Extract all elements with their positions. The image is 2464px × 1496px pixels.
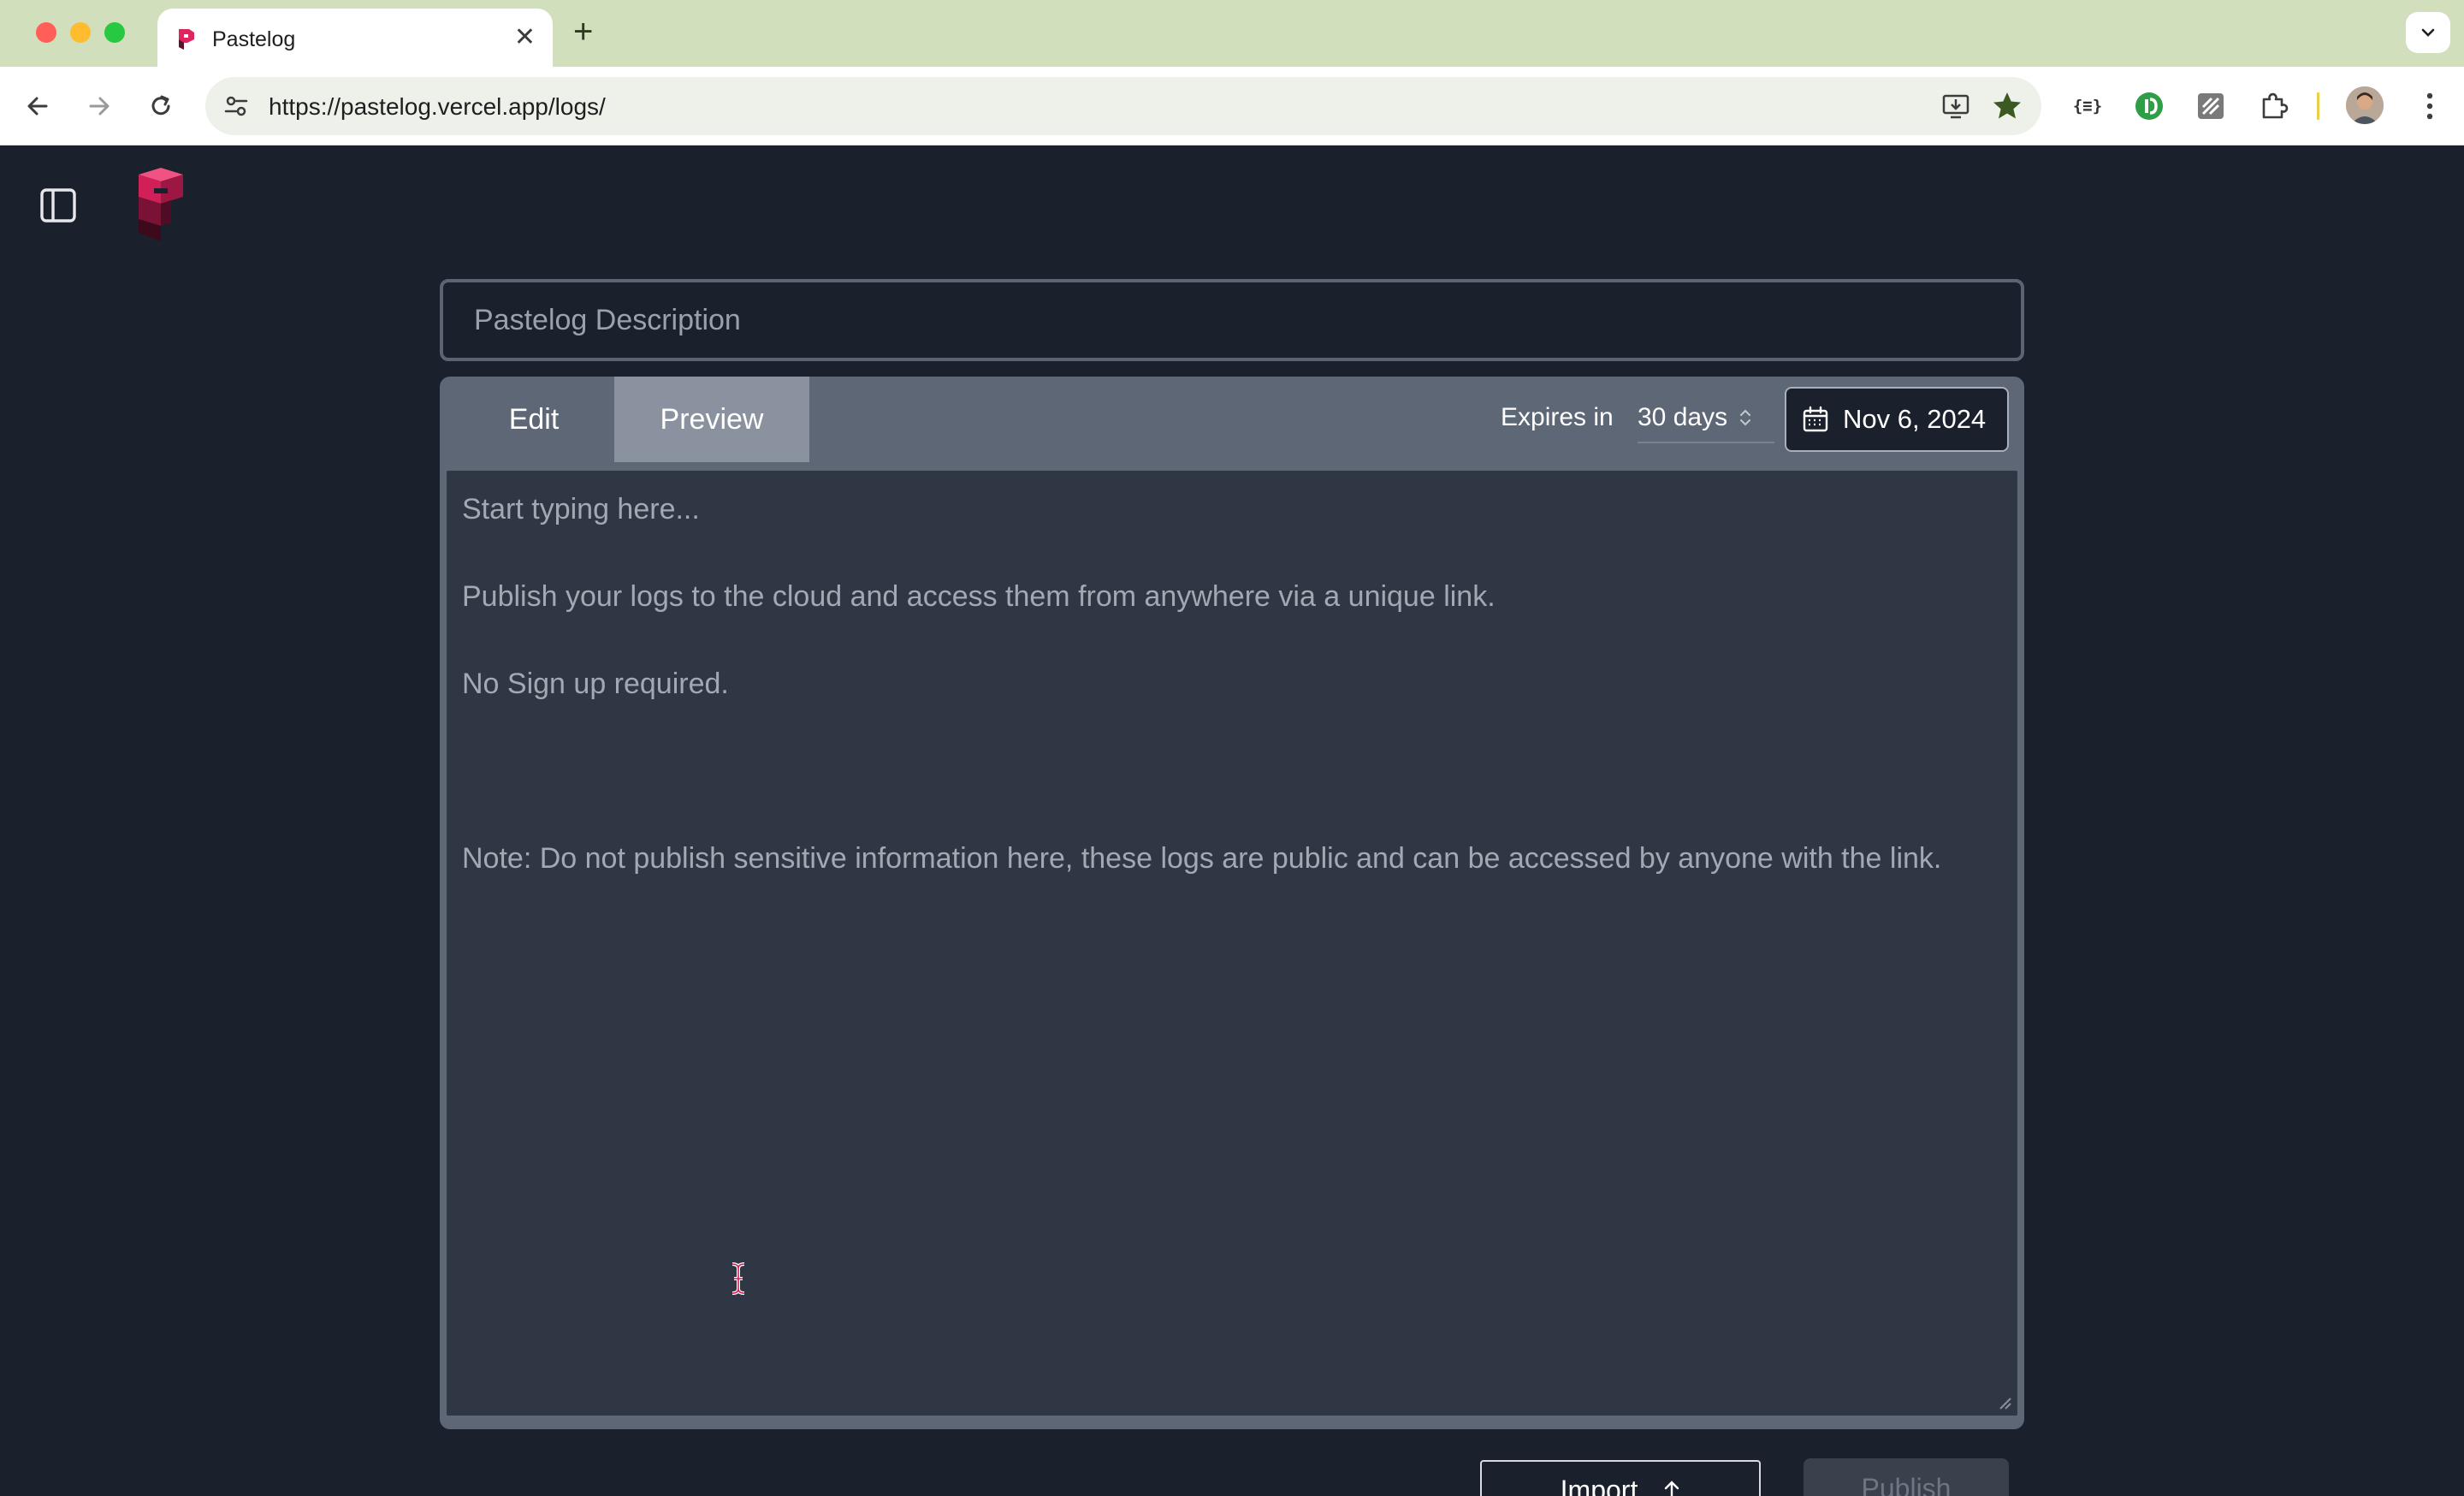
tab-close-icon[interactable]: ✕ <box>514 24 536 51</box>
browser-menu-button[interactable] <box>2413 87 2447 125</box>
description-input[interactable] <box>440 279 2024 361</box>
sidebar-toggle-icon[interactable] <box>39 187 77 224</box>
new-tab-icon[interactable]: + <box>573 12 593 51</box>
bookmark-star-icon[interactable] <box>1990 89 2024 123</box>
chevron-down-icon <box>2421 28 2435 37</box>
json-formatter-extension-icon[interactable]: {≡} <box>2070 89 2105 123</box>
install-app-icon[interactable] <box>1940 91 1971 122</box>
pastelog-favicon-icon <box>179 29 194 50</box>
expiry-select[interactable]: 30 days <box>1638 394 1774 443</box>
arrow-right-icon <box>89 97 110 116</box>
editor-placeholder-line: Start typing here... <box>462 493 700 525</box>
profile-photo-icon <box>2346 86 2384 124</box>
minimize-window-button[interactable] <box>70 22 91 43</box>
forward-button[interactable] <box>80 87 118 125</box>
publish-button[interactable]: Publish <box>1804 1458 2009 1496</box>
close-window-button[interactable] <box>36 22 56 43</box>
url-path: /logs/ <box>548 93 606 120</box>
more-vertical-icon <box>2426 92 2433 120</box>
url-text: https://pastelog.vercel.app/logs/ <box>269 93 606 121</box>
expiry-select-value: 30 days <box>1638 403 1728 431</box>
green-circle-icon <box>2135 92 2163 120</box>
arrow-left-icon <box>27 97 48 116</box>
browser-tab[interactable]: Pastelog ✕ <box>157 9 553 67</box>
site-settings-icon[interactable] <box>222 92 250 120</box>
resize-handle-icon[interactable] <box>1997 1395 2012 1410</box>
calendar-icon <box>1803 406 1828 432</box>
profile-avatar[interactable] <box>2346 86 2384 124</box>
reload-button[interactable] <box>142 87 180 125</box>
expires-label: Expires in <box>1501 403 1614 431</box>
puzzle-icon <box>2262 92 2289 119</box>
import-label: Import <box>1560 1474 1638 1496</box>
editor-placeholder-line: Publish your logs to the cloud and acces… <box>462 580 1496 613</box>
address-bar[interactable]: https://pastelog.vercel.app/logs/ <box>205 77 2041 135</box>
pastelog-logo-icon <box>139 168 183 241</box>
green-extension-icon[interactable] <box>2132 89 2166 123</box>
toolbar-separator <box>2317 92 2319 120</box>
editor-card: Edit Preview Expires in 30 days Nov 6, 2… <box>440 377 2024 1429</box>
expiry-date-text: Nov 6, 2024 <box>1843 404 1987 434</box>
tab-preview[interactable]: Preview <box>614 377 809 462</box>
arrow-up-icon <box>1665 1481 1679 1496</box>
browser-tab-strip: Pastelog ✕ + <box>0 0 2464 67</box>
tab-search-button[interactable] <box>2406 12 2450 53</box>
slash-box-icon <box>2198 93 2224 119</box>
tab-title: Pastelog <box>212 27 296 51</box>
back-button[interactable] <box>19 87 56 125</box>
log-editor-textarea[interactable]: Start typing here... Publish your logs t… <box>447 471 2017 1416</box>
gray-extension-icon[interactable] <box>2194 89 2228 123</box>
editor-placeholder-note: Note: Do not publish sensitive informati… <box>462 842 1942 875</box>
chevron-updown-icon <box>1739 408 1751 427</box>
reload-icon <box>151 95 170 116</box>
maximize-window-button[interactable] <box>104 22 125 43</box>
editor-placeholder-line: No Sign up required. <box>462 668 729 700</box>
extensions-button[interactable] <box>2257 89 2291 123</box>
url-host: https://pastelog.vercel.app <box>269 93 548 120</box>
text-cursor-icon <box>732 1262 745 1295</box>
import-button[interactable]: Import <box>1480 1460 1761 1496</box>
tab-edit[interactable]: Edit <box>448 377 619 462</box>
expiry-date-button[interactable]: Nov 6, 2024 <box>1785 387 2009 452</box>
